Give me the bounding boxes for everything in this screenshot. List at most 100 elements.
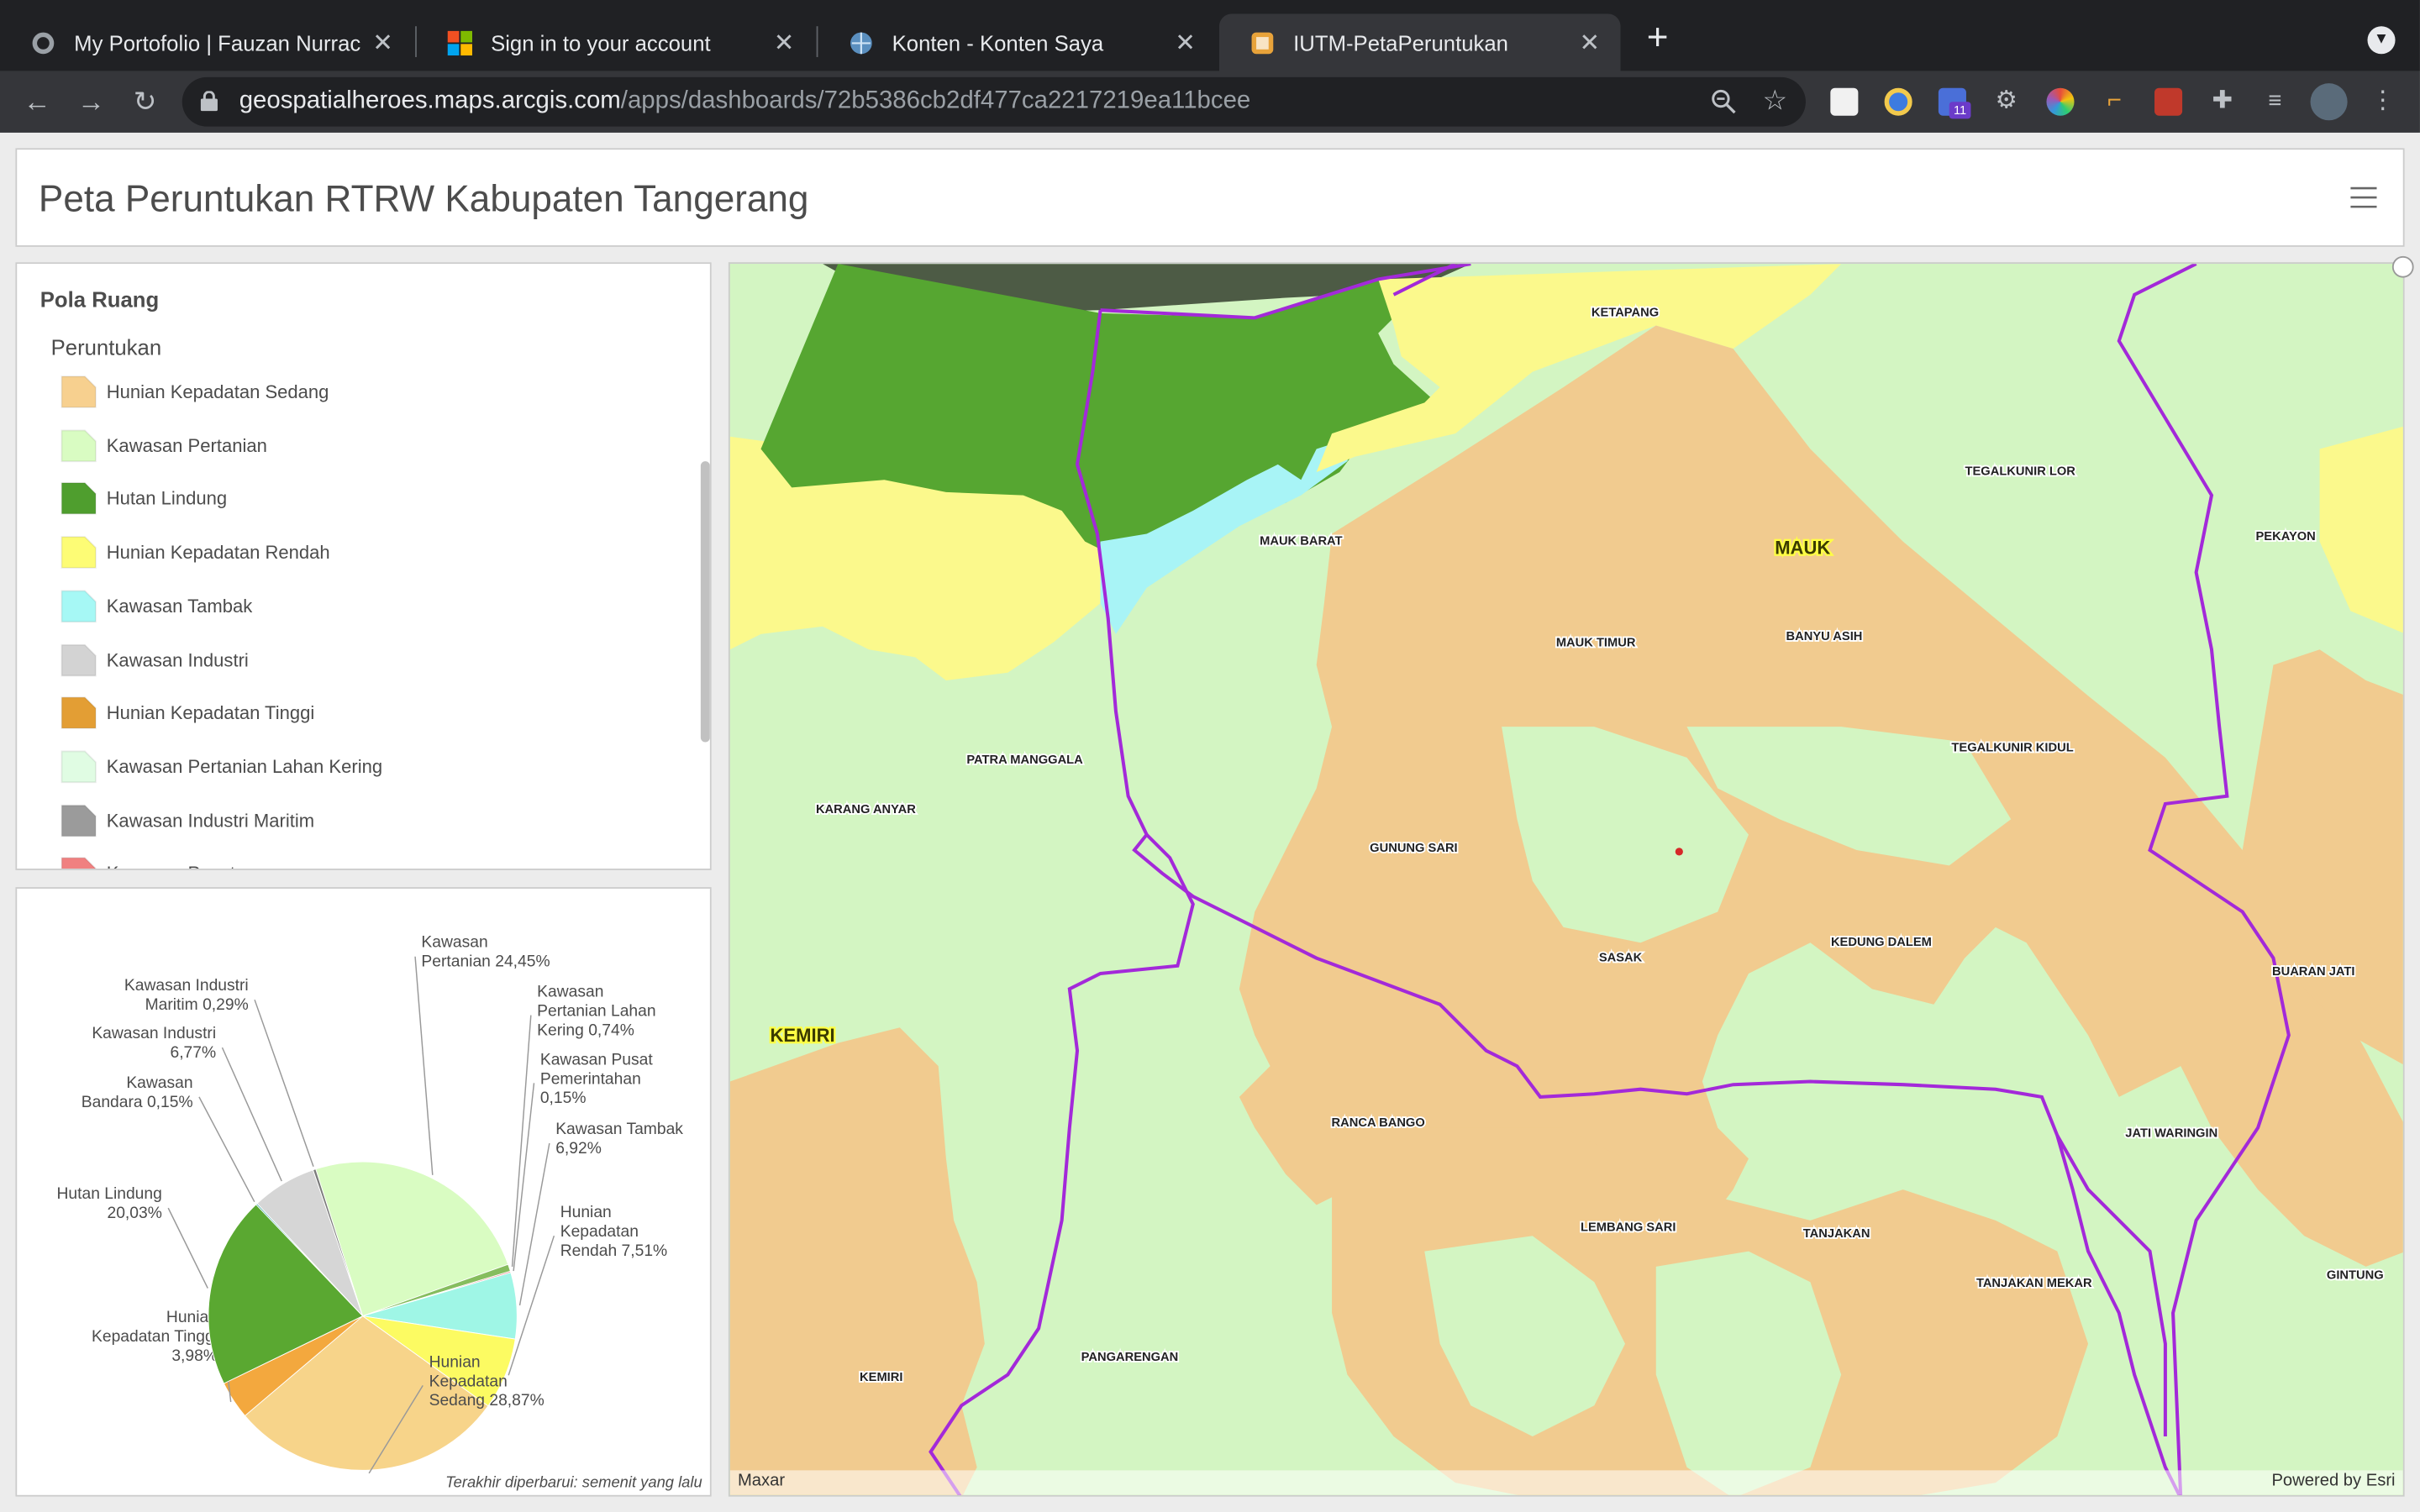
close-icon[interactable]: ✕ <box>771 27 796 58</box>
calendar-extension-icon[interactable] <box>1830 87 1859 116</box>
last-updated-note: Terakhir diperbarui: semenit yang lalu <box>445 1474 702 1493</box>
media-queue-icon[interactable]: ≡ <box>2261 88 2289 116</box>
close-icon[interactable]: ✕ <box>371 27 395 58</box>
map-place-label: KETAPANG <box>1591 307 1659 320</box>
tab-title: My Portofolio | Fauzan Nurrach <box>74 29 361 55</box>
map-view[interactable]: KETAPANG TEGALKUNIR LOR PEKAYON MAUK BARAT M… <box>729 264 2405 1497</box>
pie-slice-label: Hunian Kepadatan Rendah 7,51% <box>560 1204 667 1260</box>
map-place-label: PANGARENGAN <box>1081 1351 1179 1364</box>
legend-panel: Pola Ruang Peruntukan Hunian Kepadatan S… <box>15 262 712 870</box>
map-marker[interactable] <box>1675 848 1683 856</box>
map-place-label: SASAK <box>1599 951 1643 964</box>
legend-item-label: Hunian Kepadatan Tinggi <box>106 702 315 724</box>
legend-item: Kawasan Pertanian <box>60 427 678 464</box>
legend-item-label: Kawasan Industri <box>106 648 249 671</box>
reload-icon[interactable]: ↻ <box>127 83 164 120</box>
browser-toolbar: ← → ↻ geospatialheroes.maps.arcgis.com/a… <box>0 71 2420 133</box>
map-place-label: PEKAYON <box>2256 530 2316 543</box>
attribution-esri[interactable]: Powered by Esri <box>2271 1472 2395 1490</box>
legend-swatch <box>60 428 97 462</box>
new-tab-button[interactable]: + <box>1640 19 1674 56</box>
pie-leader-line <box>198 1096 255 1203</box>
legend-item-label: Hunian Kepadatan Rendah <box>106 541 330 564</box>
legend-swatch <box>60 643 97 676</box>
legend-item: Kawasan Industri Maritim <box>60 801 678 838</box>
hamburger-menu-icon[interactable] <box>2350 186 2377 208</box>
arcgis-globe-icon <box>850 31 872 54</box>
legend-subtitle: Peruntukan <box>50 334 162 360</box>
legend-swatch <box>60 375 97 408</box>
pie-slice-label: Hunian Kepadatan Tinggi 3,98% <box>92 1309 218 1365</box>
legend-swatch <box>60 750 97 783</box>
map-place-label: KEMIRI <box>860 1371 902 1384</box>
map-place-label: MAUK BARAT <box>1260 534 1342 548</box>
close-icon[interactable]: ✕ <box>1577 27 1602 58</box>
pie-leader-line <box>167 1207 208 1289</box>
legend-scrollbar[interactable] <box>700 267 710 869</box>
fullscreen-toggle-icon[interactable] <box>2391 255 2414 278</box>
map-place-label: GINTUNG <box>2327 1269 2384 1283</box>
scrollbar-thumb[interactable] <box>700 461 710 743</box>
map-place-label: TANJAKAN MEKAR <box>1976 1277 2092 1290</box>
browser-tab-strip: My Portofolio | Fauzan Nurrach ✕ Sign in… <box>0 0 2420 71</box>
legend-item: Kawasan Pertanian Lahan Kering <box>60 748 678 785</box>
gear-extension-icon[interactable]: ⚙ <box>1992 88 2020 116</box>
palette-extension-icon[interactable] <box>2046 87 2075 116</box>
map-place-label: PATRA MANGGALA <box>966 753 1083 767</box>
pie-leader-line <box>221 1047 282 1182</box>
back-arrow-icon[interactable]: ← <box>18 83 55 120</box>
legend-swatch <box>60 696 97 730</box>
legend-item-label: Kawasan Tambak <box>106 595 253 617</box>
close-icon[interactable]: ✕ <box>1173 27 1197 58</box>
pie-slice-label: Kawasan Bandara 0,15% <box>82 1074 193 1111</box>
map-place-label: KEDUNG DALEM <box>1831 936 1932 949</box>
dashboard-app-icon <box>1251 31 1274 54</box>
pie-slice-label: Kawasan Industri Maritim 0,29% <box>124 977 249 1014</box>
dashboard-header: Peta Peruntukan RTRW Kabupaten Tangerang <box>15 148 2405 247</box>
tab-search-icon[interactable]: ▼ <box>2367 26 2396 55</box>
ruler-extension-icon[interactable]: ⌐ <box>2101 88 2128 116</box>
legend-item-label: Hunian Kepadatan Sedang <box>106 381 329 403</box>
legend-swatch <box>60 857 97 869</box>
browser-tab-peta-peruntukan[interactable]: IUTM-PetaPeruntukan ✕ <box>1218 13 1621 71</box>
legend-item: Hunian Kepadatan Rendah <box>60 534 678 571</box>
legend-item-label: Kawasan Pertanian <box>106 434 267 457</box>
pie-slice-label: Kawasan Pertanian Lahan Kering 0,74% <box>537 984 655 1040</box>
legend-item: Hunian Kepadatan Tinggi <box>60 695 678 732</box>
microsoft-logo-icon <box>447 29 473 55</box>
forward-arrow-icon[interactable]: → <box>72 83 109 120</box>
browser-tab-portfolio[interactable]: My Portofolio | Fauzan Nurrach ✕ <box>0 14 413 71</box>
browser-tab-signin[interactable]: Sign in to your account ✕ <box>417 14 815 71</box>
lock-icon[interactable] <box>200 91 218 112</box>
tab-title: Konten - Konten Saya <box>892 29 1104 55</box>
legend-swatch <box>60 590 97 622</box>
browser-tab-konten[interactable]: Konten - Konten Saya ✕ <box>818 14 1216 71</box>
bookmark-star-icon[interactable]: ☆ <box>1763 85 1788 118</box>
map-place-label: TEGALKUNIR LOR <box>1965 465 2076 479</box>
legend-item: Hutan Lindung <box>60 480 678 517</box>
map-panel[interactable]: KETAPANG TEGALKUNIR LOR PEKAYON MAUK BARAT M… <box>728 262 2405 1497</box>
legend-item-label: Kawasan Industri Maritim <box>106 809 315 832</box>
map-place-label: KARANG ANYAR <box>816 803 916 816</box>
map-attribution: Maxar Powered by Esri <box>729 1470 2403 1495</box>
puzzle-extensions-icon[interactable]: ✚ <box>2208 88 2236 116</box>
pie-slice-label: Kawasan Pertanian 24,45% <box>421 934 550 971</box>
pie-slice-label: Kawasan Tambak 6,92% <box>555 1121 683 1158</box>
zoom-icon[interactable] <box>1710 88 1738 116</box>
screenshot-extension-icon[interactable] <box>2154 87 2183 116</box>
legend-title: Pola Ruang <box>39 286 160 312</box>
color-picker-extension-icon[interactable] <box>1884 87 1912 116</box>
badge-extension-icon[interactable]: 11 <box>1938 87 1971 119</box>
address-bar[interactable]: geospatialheroes.maps.arcgis.com/apps/da… <box>182 76 1806 127</box>
legend-swatch <box>60 482 97 516</box>
map-place-label: BUARAN JATI <box>2272 965 2354 979</box>
map-place-label: RANCA BANGO <box>1332 1116 1425 1130</box>
legend-swatch <box>60 536 97 569</box>
profile-avatar[interactable] <box>2310 83 2348 121</box>
legend-item: Hunian Kepadatan Sedang <box>60 373 678 410</box>
legend-swatch <box>60 804 97 837</box>
dashboard-page: Peta Peruntukan RTRW Kabupaten Tangerang… <box>0 132 2420 1512</box>
map-place-label: GUNUNG SARI <box>1370 842 1457 855</box>
kebab-menu-icon[interactable]: ⋮ <box>2369 88 2396 116</box>
legend-item-label: Kawasan Pusat <box>107 863 235 869</box>
